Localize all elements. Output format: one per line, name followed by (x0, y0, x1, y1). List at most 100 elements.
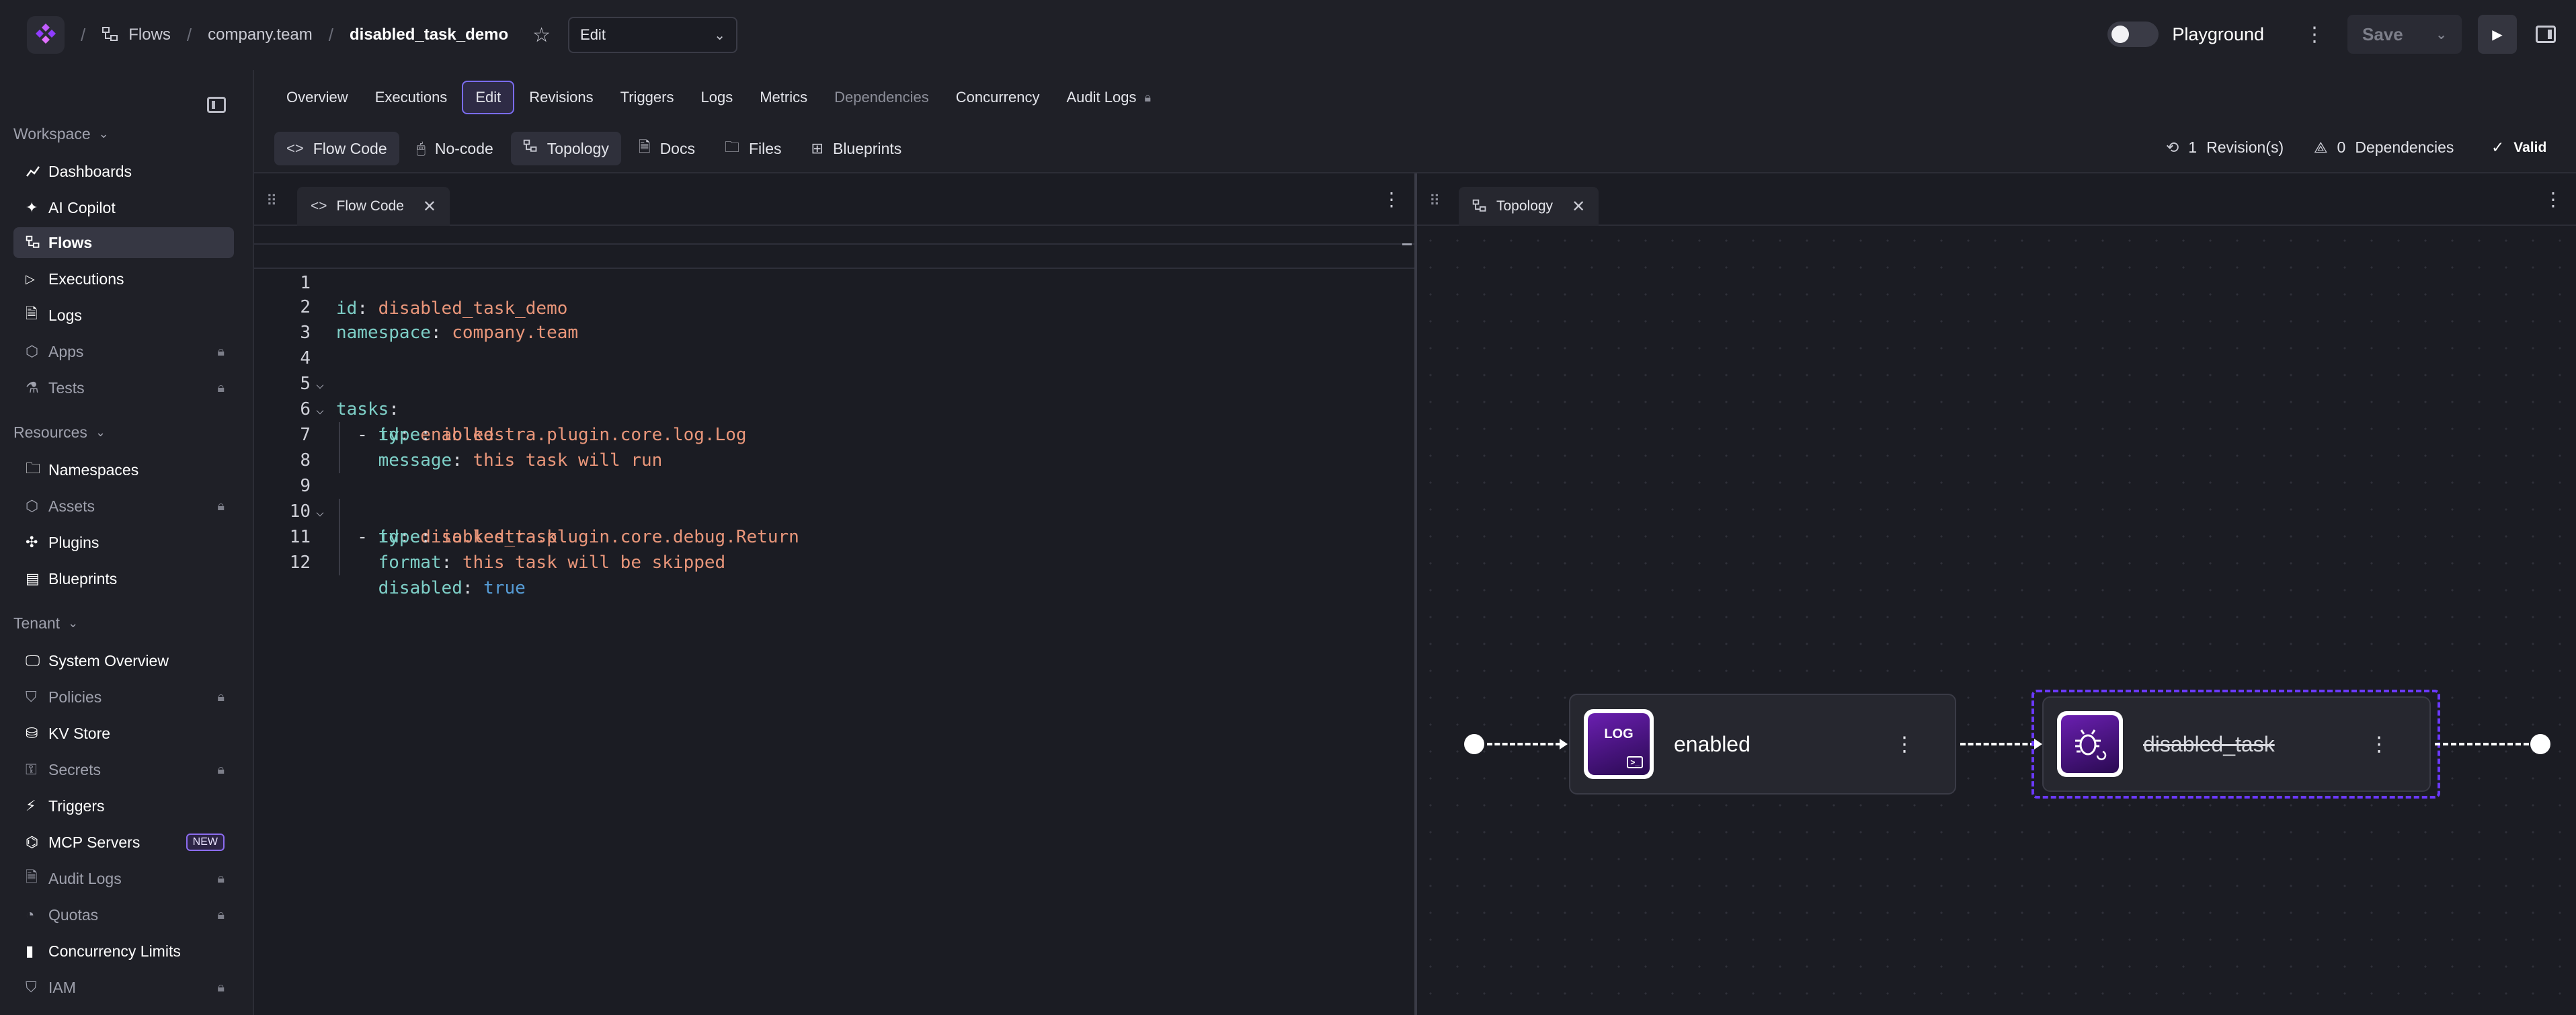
node-menu-icon[interactable]: ⋮ (1894, 733, 1915, 756)
topology-tab[interactable]: Topology ✕ (1459, 187, 1599, 226)
sidebar-item-executions[interactable]: ▷ Executions (13, 263, 234, 294)
lock-icon: 🔒︎ (217, 979, 225, 995)
dependencies-count: 0 (2337, 138, 2346, 156)
lock-icon: 🔒︎ (217, 689, 225, 704)
code-editor-panel: ⠿ <> Flow Code ✕ ⋮ 1 id: disabled_task_d… (254, 173, 1414, 1015)
sidebar-item-dashboards[interactable]: Dashboards (13, 156, 234, 187)
sidebar-item-label: Flows (48, 233, 93, 251)
file-text-icon: 🗎 (26, 305, 38, 322)
tenant-section[interactable]: Tenant ⌄ (13, 614, 78, 633)
tab-dependencies[interactable]: Dependencies (822, 82, 941, 113)
breadcrumb-flows[interactable]: Flows (102, 26, 171, 44)
playground-toggle[interactable] (2107, 22, 2159, 47)
execute-button[interactable]: ▶ (2478, 15, 2517, 54)
sidebar-item-audit-logs[interactable]: 🗎 Audit Logs 🔒︎ (13, 863, 234, 894)
log-task-icon: LOG >_ (1584, 709, 1654, 779)
sidebar-item-quotas[interactable]: ◔ Quotas 🔒︎ (13, 899, 234, 930)
shield-user-icon: ⛉ (26, 979, 37, 996)
sidebar-item-iam[interactable]: ⛉ IAM 🔒︎ (13, 972, 234, 1003)
chevron-down-icon[interactable]: ⌄ (2436, 26, 2447, 43)
tab-edit[interactable]: Edit (462, 81, 515, 114)
check-circle-icon: ✓ (2491, 138, 2505, 156)
sidebar-collapse-icon[interactable] (207, 97, 226, 113)
terminal-icon: >_ (1627, 756, 1643, 768)
star-icon[interactable]: ☆ (532, 24, 551, 47)
sidebar-item-policies[interactable]: ⛉ Policies 🔒︎ (13, 682, 234, 713)
code-line: 11 format: this task will be skipped (254, 499, 1414, 573)
sidebar-item-ai-copilot[interactable]: ✦ AI Copilot (13, 192, 234, 223)
flask-icon: ⚗ (26, 379, 39, 396)
more-options-icon[interactable]: ⋮ (2304, 23, 2325, 46)
breadcrumb-flows-label: Flows (128, 26, 171, 44)
sidebar-item-tests[interactable]: ⚗ Tests 🔒︎ (13, 372, 234, 403)
folder-open-icon: 🗀 (26, 460, 41, 477)
drag-handle-icon[interactable]: ⠿ (266, 192, 278, 210)
tab-metrics[interactable]: Metrics (748, 82, 819, 113)
dependencies-indicator[interactable]: ⟁ 0 Dependencies (2314, 138, 2454, 157)
no-code-toggle[interactable]: 🖱︎ No-code (405, 132, 506, 165)
lightning-icon: ⚡︎ (26, 797, 36, 814)
blueprints-toggle[interactable]: ⊞ Blueprints (799, 132, 914, 165)
drag-handle-icon[interactable]: ⠿ (1429, 192, 1441, 210)
mode-select[interactable]: Edit ⌄ (568, 17, 738, 53)
revisions-indicator[interactable]: ⟲ 1 Revision(s) (2166, 138, 2284, 157)
key-icon: ⚿ (26, 761, 37, 778)
flow-start-node (1464, 734, 1484, 754)
breadcrumb-namespace[interactable]: company.team (208, 26, 313, 44)
panel-menu-icon[interactable]: ⋮ (1382, 188, 1401, 210)
tab-executions[interactable]: Executions (363, 82, 460, 113)
side-panel-toggle-icon[interactable] (2536, 26, 2556, 43)
topology-tab-label: Topology (1496, 198, 1554, 214)
cube-icon: ⬡ (26, 343, 39, 360)
gauge-icon: ◔ (26, 906, 35, 923)
sidebar-item-assets[interactable]: ⬡ Assets 🔒︎ (13, 491, 234, 522)
kestra-logo-icon[interactable] (27, 16, 65, 54)
resources-section[interactable]: Resources ⌄ (13, 423, 106, 442)
files-toggle[interactable]: 🗀 Files (713, 132, 794, 165)
scrollbar-marker[interactable] (1402, 243, 1412, 245)
close-icon[interactable]: ✕ (423, 197, 436, 216)
sidebar-item-mcp-servers[interactable]: ⌬ MCP Servers NEW (13, 827, 234, 858)
tab-logs[interactable]: Logs (688, 82, 745, 113)
save-button[interactable]: Save ⌄ (2347, 15, 2462, 54)
workspace-section[interactable]: Workspace ⌄ (13, 125, 109, 143)
tab-audit-logs[interactable]: Audit Logs 🔒︎ (1054, 82, 1163, 113)
sidebar-item-concurrency-limits[interactable]: ▮ Concurrency Limits (13, 936, 234, 967)
sidebar-item-namespaces[interactable]: 🗀 Namespaces (13, 454, 234, 485)
sidebar-item-label: Plugins (48, 533, 99, 551)
sidebar-item-blueprints[interactable]: ▤ Blueprints (13, 563, 234, 594)
topology-panel: ⠿ Topology ✕ ⋮ LOG >_ enabled ⋮ disabled… (1417, 173, 2576, 1015)
tab-overview[interactable]: Overview (274, 82, 360, 113)
docs-toggle[interactable]: 🗎 Docs (627, 132, 707, 165)
sidebar-item-logs[interactable]: 🗎 Logs (13, 300, 234, 331)
sidebar-item-system-overview[interactable]: 🖵 System Overview (13, 645, 234, 676)
task-node-disabled-task[interactable]: disabled_task ⋮ (2042, 696, 2431, 792)
validation-status[interactable]: ✓ Valid (2491, 138, 2546, 157)
lock-icon: 🔒︎ (217, 343, 225, 359)
blueprint-grid-icon: ⊞ (811, 140, 823, 157)
sidebar-item-plugins[interactable]: ✣ Plugins (13, 527, 234, 558)
revisions-label: Revision(s) (2206, 138, 2284, 156)
node-menu-icon[interactable]: ⋮ (2369, 733, 2389, 756)
tab-concurrency[interactable]: Concurrency (944, 82, 1052, 113)
tab-revisions[interactable]: Revisions (517, 82, 605, 113)
flows-icon (523, 139, 538, 158)
flow-code-toggle[interactable]: <> Flow Code (274, 132, 399, 165)
sidebar-item-label: Apps (48, 342, 84, 360)
sparkle-wand-icon: ✦ (26, 199, 38, 216)
sidebar-item-secrets[interactable]: ⚿ Secrets 🔒︎ (13, 754, 234, 785)
topology-toggle[interactable]: Topology (510, 132, 621, 165)
sidebar-item-triggers[interactable]: ⚡︎ Triggers (13, 790, 234, 821)
sidebar-item-apps[interactable]: ⬡ Apps 🔒︎ (13, 336, 234, 367)
mouse-icon: 🖱︎ (416, 140, 426, 157)
sidebar-item-label: Concurrency Limits (48, 942, 181, 960)
tab-triggers[interactable]: Triggers (608, 82, 686, 113)
sidebar-item-flows[interactable]: Flows (13, 227, 234, 258)
close-icon[interactable]: ✕ (1572, 197, 1585, 216)
sidebar-item-kv-store[interactable]: ⛁ KV Store (13, 718, 234, 749)
panel-menu-icon[interactable]: ⋮ (2544, 188, 2563, 210)
task-node-enabled[interactable]: LOG >_ enabled ⋮ (1569, 694, 1956, 795)
flow-code-tab[interactable]: <> Flow Code ✕ (297, 187, 450, 226)
flow-tabs: Overview Executions Edit Revisions Trigg… (254, 70, 2576, 125)
code-line: 9 ⌵ - id: disabled_task (254, 448, 1414, 547)
